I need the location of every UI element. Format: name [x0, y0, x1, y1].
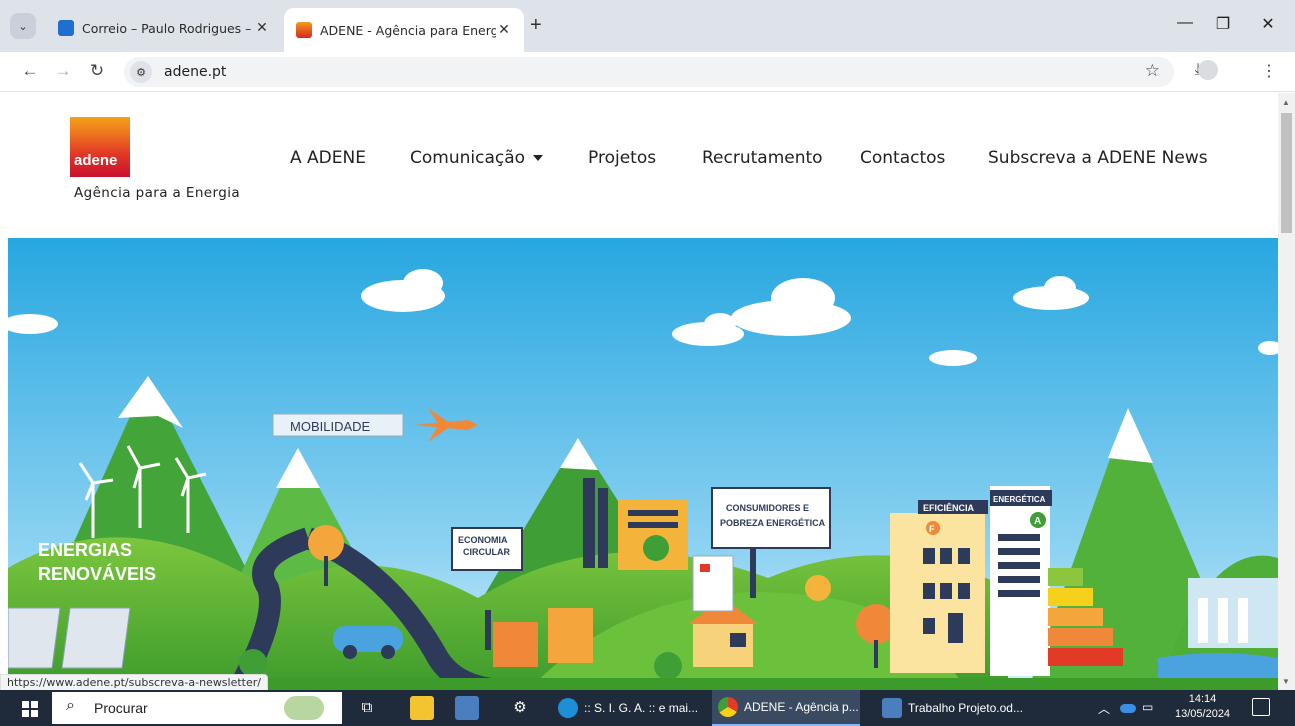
onedrive-icon[interactable] [1120, 704, 1136, 713]
consumidores-label-1: CONSUMIDORES E [726, 503, 809, 513]
solar-panels [8, 607, 131, 669]
eficiencia-label: EFICIÊNCIA [923, 502, 975, 513]
browser-toolbar: ← → ↻ ⚙ adene.pt ☆ ⤓ ⋮ [0, 52, 1295, 92]
new-tab-button[interactable]: + [530, 14, 542, 37]
menu-icon[interactable]: ⋮ [1258, 61, 1280, 81]
close-tab-icon[interactable]: ✕ [496, 22, 512, 38]
nav-subscreva[interactable]: Subscreva a ADENE News [988, 148, 1208, 168]
windows-taskbar: ⌕ Procurar ⧉ ⚙ :: S. I. G. A. :: e mai..… [0, 690, 1295, 726]
browser-tab-strip: ⌄ Correio – Paulo Rodrigues – Ou ✕ ADENE… [0, 0, 1295, 52]
hero-illustration: ENERGIAS RENOVÁVEIS MOBILIDADE ECONOMIA [8, 238, 1278, 690]
windows-start-icon[interactable] [22, 701, 38, 717]
consumidores-label-2: POBREZA ENERGÉTICA [720, 518, 826, 528]
page-viewport: adene Agência para a Energia A ADENE Com… [0, 93, 1278, 690]
profile-avatar[interactable] [1198, 60, 1218, 80]
back-button[interactable]: ← [19, 61, 41, 81]
reload-button[interactable]: ↻ [86, 61, 108, 81]
taskbar-app-chrome[interactable]: ADENE - Agência p... [712, 690, 860, 726]
search-highlight-icon [284, 696, 324, 720]
tab-adene[interactable]: ADENE - Agência para Energia ✕ [284, 8, 524, 52]
lightbulb [805, 575, 831, 601]
mobilidade-label: MOBILIDADE [290, 419, 371, 434]
site-info-icon[interactable]: ⚙ [130, 61, 152, 83]
notification-icon[interactable] [1252, 698, 1270, 716]
renovaveis-label: RENOVÁVEIS [38, 563, 156, 584]
taskbar-app-label: :: S. I. G. A. :: e mai... [584, 701, 699, 715]
nav-a-adene[interactable]: A ADENE [290, 148, 366, 168]
close-tab-icon[interactable]: ✕ [254, 20, 270, 36]
file-explorer-icon[interactable] [410, 696, 434, 720]
search-label: Procurar [94, 700, 148, 716]
page-scrollbar[interactable]: ▲ ▼ [1278, 93, 1295, 690]
nav-recrutamento[interactable]: Recrutamento [702, 148, 823, 168]
caret-down-icon [533, 155, 544, 161]
document-icon [882, 698, 902, 718]
nav-contactos[interactable]: Contactos [860, 148, 945, 168]
adene-icon [296, 22, 312, 38]
task-view-icon[interactable]: ⧉ [355, 696, 379, 720]
tab-title: Correio – Paulo Rodrigues – Ou [82, 20, 254, 36]
site-header: adene Agência para a Energia A ADENE Com… [0, 93, 1278, 238]
tray-chevron-icon[interactable]: ︿ [1098, 700, 1110, 717]
energy-label [692, 555, 734, 612]
outlook-icon [58, 20, 74, 36]
logo-text: adene [74, 152, 118, 169]
nav-comunicacao[interactable]: Comunicação [410, 148, 544, 168]
bookmark-star-icon[interactable]: ☆ [1145, 61, 1160, 81]
hero-scene: ENERGIAS RENOVÁVEIS MOBILIDADE ECONOMIA [8, 238, 1278, 690]
url-text[interactable]: adene.pt [164, 64, 226, 80]
settings-icon[interactable]: ⚙ [508, 696, 532, 720]
search-icon: ⌕ [66, 697, 75, 714]
forward-button[interactable]: → [52, 61, 74, 81]
taskbar-clock[interactable]: 14:14 13/05/2024 [1175, 692, 1230, 722]
restore-button[interactable]: ❐ [1213, 14, 1233, 34]
economia-label: ECONOMIA [458, 535, 508, 545]
energetica-label: ENERGÉTICA [993, 495, 1046, 504]
class-f-label: F [929, 524, 935, 534]
tab-search-button[interactable]: ⌄ [10, 13, 36, 39]
energias-label: ENERGIAS [38, 540, 132, 560]
clock-date: 13/05/2024 [1175, 708, 1231, 720]
nav-comunicacao-label: Comunicação [410, 148, 526, 168]
address-bar[interactable]: ⚙ adene.pt ☆ [124, 57, 1174, 87]
taskbar-app-edge[interactable]: :: S. I. G. A. :: e mai... [552, 690, 700, 726]
network-icon[interactable]: ▭ [1142, 700, 1153, 714]
circular-label: CIRCULAR [463, 547, 510, 557]
clock-time: 14:14 [1188, 693, 1217, 705]
taskbar-app-label: ADENE - Agência p... [744, 700, 859, 714]
chrome-icon [718, 697, 738, 717]
taskbar-app-document[interactable]: Trabalho Projeto.od... [876, 690, 1026, 726]
scroll-thumb[interactable] [1281, 113, 1292, 233]
tab-outlook[interactable]: Correio – Paulo Rodrigues – Ou ✕ [46, 10, 282, 46]
edge-icon [558, 698, 578, 718]
taskbar-app-label: Trabalho Projeto.od... [908, 701, 1023, 715]
calculator-icon[interactable] [455, 696, 479, 720]
taskbar-search[interactable]: ⌕ Procurar [52, 692, 342, 724]
close-window-button[interactable]: ✕ [1258, 14, 1278, 34]
class-a-label: A [1034, 516, 1041, 527]
nav-projetos[interactable]: Projetos [588, 148, 656, 168]
minimize-button[interactable]: — [1175, 14, 1195, 32]
scroll-down-icon[interactable]: ▼ [1282, 677, 1290, 686]
adene-logo[interactable]: adene [70, 117, 130, 177]
scroll-up-icon[interactable]: ▲ [1282, 98, 1290, 107]
logo-tagline: Agência para a Energia [74, 185, 241, 201]
tab-title: ADENE - Agência para Energia [320, 22, 496, 38]
